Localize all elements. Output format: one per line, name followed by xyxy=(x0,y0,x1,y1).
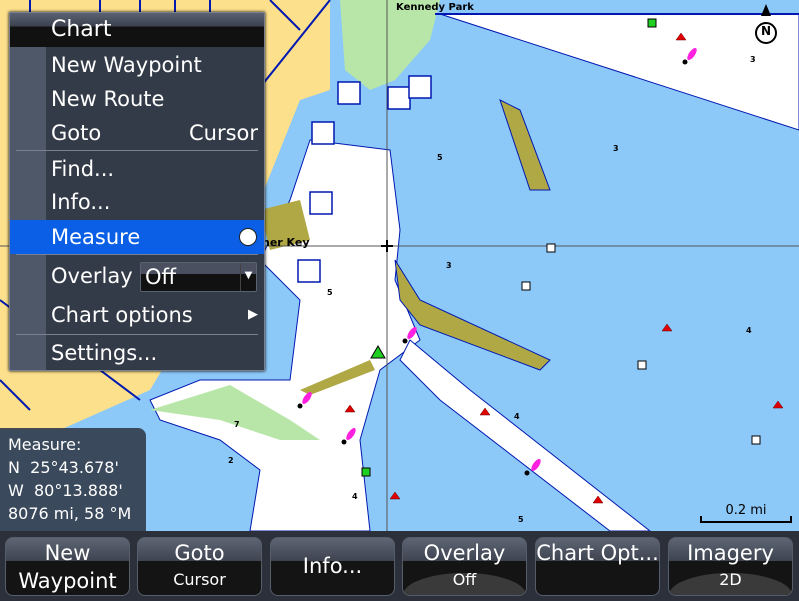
menu-item-new-route[interactable]: New Route xyxy=(10,82,264,116)
place-label: ner Key xyxy=(262,236,310,249)
overlay-dropdown[interactable]: Off ▼ xyxy=(140,262,257,292)
depth-label: 5 xyxy=(327,288,333,297)
menu-item-measure[interactable]: Measure xyxy=(10,220,264,254)
menu-item-goto[interactable]: Goto Cursor xyxy=(10,116,264,150)
menu-item-find[interactable]: Find... xyxy=(10,152,264,186)
chart-menu: Chart New Waypoint New Route Goto Cursor … xyxy=(9,12,265,371)
depth-label: 5 xyxy=(518,515,524,524)
measure-longitude: W 80°13.888' xyxy=(8,481,123,500)
measure-latitude: N 25°43.678' xyxy=(8,458,119,477)
imagery-button[interactable]: Imagery 2D xyxy=(668,537,793,596)
depth-label: 3 xyxy=(446,261,452,270)
menu-item-overlay: Overlay Off ▼ xyxy=(10,259,264,293)
new-waypoint-button[interactable]: New Waypoint xyxy=(5,537,130,596)
divider xyxy=(16,150,258,151)
goto-cursor-button[interactable]: Goto Cursor xyxy=(137,537,262,596)
depth-label: 4 xyxy=(746,326,752,335)
depth-label: 4 xyxy=(514,412,520,421)
chevron-right-icon: ▶ xyxy=(248,307,258,322)
radio-icon[interactable] xyxy=(239,228,257,246)
goto-value: Cursor xyxy=(188,121,258,145)
north-arrow-icon: N xyxy=(761,24,772,38)
divider xyxy=(16,254,258,255)
divider xyxy=(16,334,258,335)
depth-label: 3 xyxy=(613,144,619,153)
menu-item-settings[interactable]: Settings... xyxy=(10,336,264,370)
scale-bar: 0.2 mi xyxy=(700,503,792,523)
menu-title: Chart xyxy=(10,13,264,47)
info-button[interactable]: Info... xyxy=(270,537,395,596)
depth-label: 4 xyxy=(352,492,358,501)
menu-item-new-waypoint[interactable]: New Waypoint xyxy=(10,48,264,82)
menu-item-info[interactable]: Info... xyxy=(10,185,264,219)
chart-options-button[interactable]: Chart Opt... xyxy=(535,537,660,596)
chevron-down-icon: ▼ xyxy=(240,263,256,291)
depth-label: 3 xyxy=(750,55,756,64)
measure-distance: 8076 mi, 58 °M xyxy=(8,504,132,523)
place-label: Kennedy Park xyxy=(396,2,474,13)
measure-panel: Measure: N 25°43.678' W 80°13.888' 8076 … xyxy=(0,428,146,531)
measure-title: Measure: xyxy=(8,435,82,454)
overlay-button[interactable]: Overlay Off xyxy=(402,537,527,596)
softkey-bar: New Waypoint Goto Cursor Info... Overlay Of… xyxy=(0,531,799,601)
depth-label: 2 xyxy=(228,456,234,465)
depth-label: 5 xyxy=(437,153,443,162)
menu-item-chart-options[interactable]: Chart options ▶ xyxy=(10,298,264,332)
depth-label: 7 xyxy=(234,420,240,429)
